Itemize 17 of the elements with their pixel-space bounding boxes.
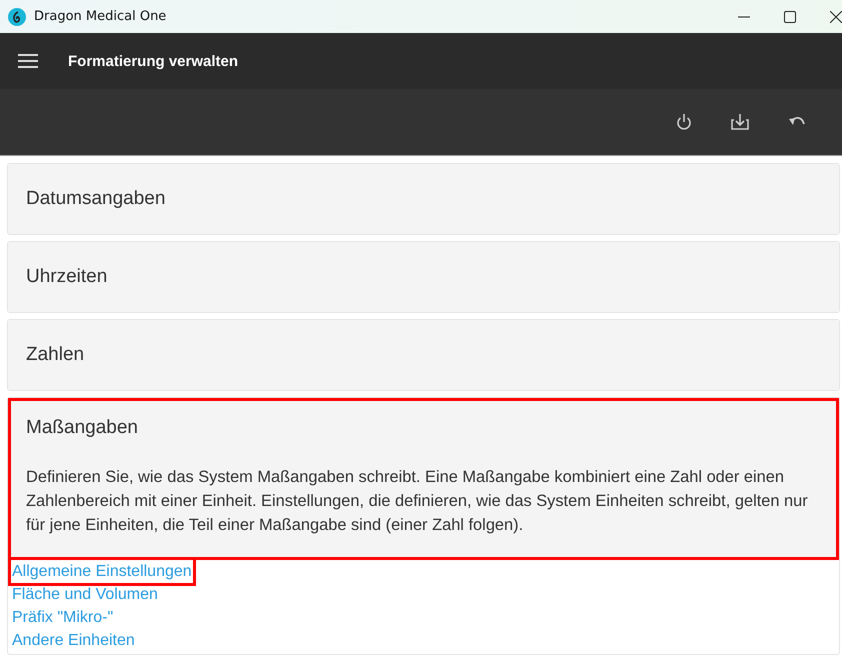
window-title: Dragon Medical One	[34, 9, 166, 24]
section-title[interactable]: Datumsangaben	[26, 188, 821, 210]
menu-icon[interactable]	[18, 53, 38, 69]
close-icon[interactable]	[830, 10, 842, 22]
section-panel[interactable]: Datumsangaben	[8, 164, 839, 234]
page-title: Formatierung verwalten	[68, 52, 238, 70]
section-panel[interactable]: Uhrzeiten	[8, 242, 839, 312]
section-title[interactable]: Uhrzeiten	[26, 266, 821, 288]
maximize-icon[interactable]	[784, 10, 796, 22]
app-logo-icon	[8, 8, 26, 26]
section-description: Definieren Sie, wie das System Maßangaben schreibt. Eine Maßangabe kombiniert eine Zahl oder einen Zahlenbereich mit einer Einheit. Einstellungen, die definieren, wie das System Einheiten schreibt, gelten nur für jene Einheiten, die Teil einer Maßangabe sind (einer Zahl folgen).	[26, 467, 809, 536]
section-title[interactable]: Zahlen	[26, 344, 821, 366]
section-panel[interactable]	[8, 398, 839, 560]
section-panel[interactable]: Zahlen	[8, 320, 839, 390]
power-icon[interactable]	[676, 113, 692, 131]
download-icon[interactable]	[730, 113, 750, 131]
section-title[interactable]: Maßangaben	[26, 417, 812, 439]
